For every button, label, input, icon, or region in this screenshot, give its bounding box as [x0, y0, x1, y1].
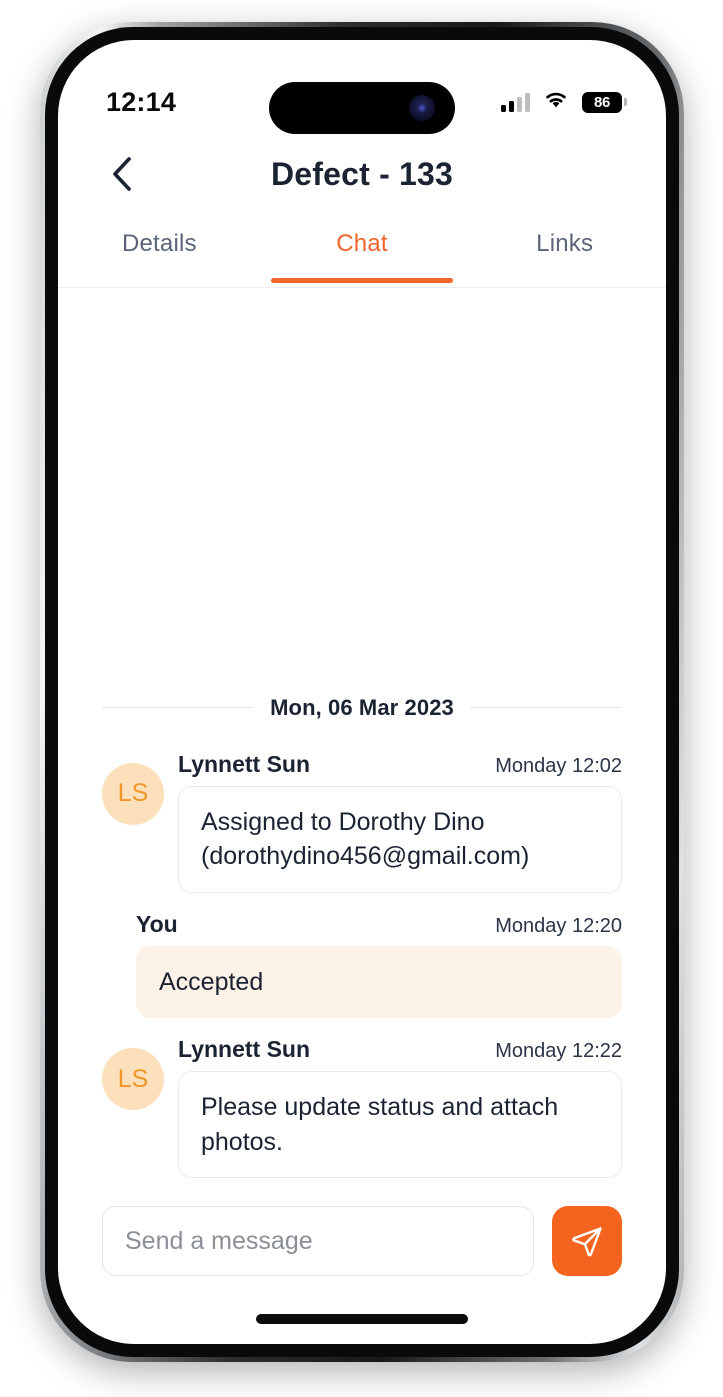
- dynamic-island: [269, 82, 455, 134]
- message-composer: [58, 1196, 666, 1286]
- chat-message-item: You Monday 12:20 Accepted: [102, 911, 622, 1018]
- status-icons: 86: [501, 90, 622, 114]
- page-title: Defect - 133: [270, 155, 454, 192]
- message-bubble: Accepted: [136, 945, 622, 1018]
- battery-percent-label: 86: [593, 93, 611, 111]
- message-sender: You: [136, 910, 178, 937]
- avatar: LS: [102, 1048, 164, 1110]
- chat-message-item: LS Lynnett Sun Monday 12:22 Please updat…: [102, 1036, 622, 1178]
- tab-links-label: Links: [536, 230, 594, 257]
- phone-device-frame: 12:14 86 Defect - 133 Details Chat Links…: [40, 22, 684, 1362]
- tab-chat-label: Chat: [336, 230, 388, 257]
- tab-links[interactable]: Links: [463, 216, 666, 287]
- message-sender: Lynnett Sun: [178, 750, 311, 777]
- send-button[interactable]: [552, 1206, 622, 1276]
- chat-message-list[interactable]: Mon, 06 Mar 2023 LS Lynnett Sun Monday 1…: [58, 288, 666, 1196]
- message-body: Lynnett Sun Monday 12:02 Assigned to Dor…: [178, 751, 622, 893]
- message-time: Monday 12:22: [495, 1040, 622, 1062]
- message-time: Monday 12:02: [495, 754, 622, 777]
- tab-details[interactable]: Details: [58, 216, 261, 287]
- cellular-signal-icon: [501, 92, 530, 112]
- divider-line-right: [469, 707, 623, 708]
- home-indicator: [256, 1314, 468, 1324]
- avatar: LS: [102, 762, 164, 825]
- tab-details-label: Details: [121, 230, 197, 257]
- battery-icon: 86: [582, 91, 622, 113]
- status-time: 12:14: [106, 86, 177, 117]
- message-input[interactable]: [102, 1206, 534, 1276]
- phone-bezel: 12:14 86 Defect - 133 Details Chat Links…: [45, 27, 679, 1357]
- divider-line-left: [102, 707, 255, 708]
- tab-active-underline: [271, 278, 453, 283]
- phone-screen: 12:14 86 Defect - 133 Details Chat Links…: [58, 40, 666, 1344]
- send-paper-plane-icon: [572, 1227, 602, 1257]
- message-meta: You Monday 12:20: [136, 911, 622, 938]
- tab-bar: Details Chat Links: [58, 216, 666, 288]
- nav-header: Defect - 133: [58, 136, 666, 212]
- message-bubble: Assigned to Dorothy Dino (dorothydino456…: [178, 785, 622, 893]
- message-bubble: Please update status and attach photos.: [178, 1071, 622, 1178]
- tab-chat[interactable]: Chat: [261, 216, 464, 287]
- message-time: Monday 12:20: [495, 914, 622, 937]
- message-body: You Monday 12:20 Accepted: [136, 911, 622, 1018]
- date-divider: Mon, 06 Mar 2023: [102, 694, 623, 721]
- chat-message-item: LS Lynnett Sun Monday 12:02 Assigned to …: [102, 751, 622, 893]
- wifi-icon: [543, 90, 569, 114]
- message-body: Lynnett Sun Monday 12:22 Please update s…: [178, 1036, 622, 1178]
- back-button[interactable]: [102, 154, 142, 194]
- chevron-left-icon: [113, 157, 131, 191]
- date-divider-label: Mon, 06 Mar 2023: [270, 694, 454, 720]
- message-meta: Lynnett Sun Monday 12:02: [178, 751, 622, 778]
- front-camera-icon: [409, 95, 435, 121]
- message-meta: Lynnett Sun Monday 12:22: [178, 1036, 622, 1063]
- message-sender: Lynnett Sun: [178, 1036, 311, 1062]
